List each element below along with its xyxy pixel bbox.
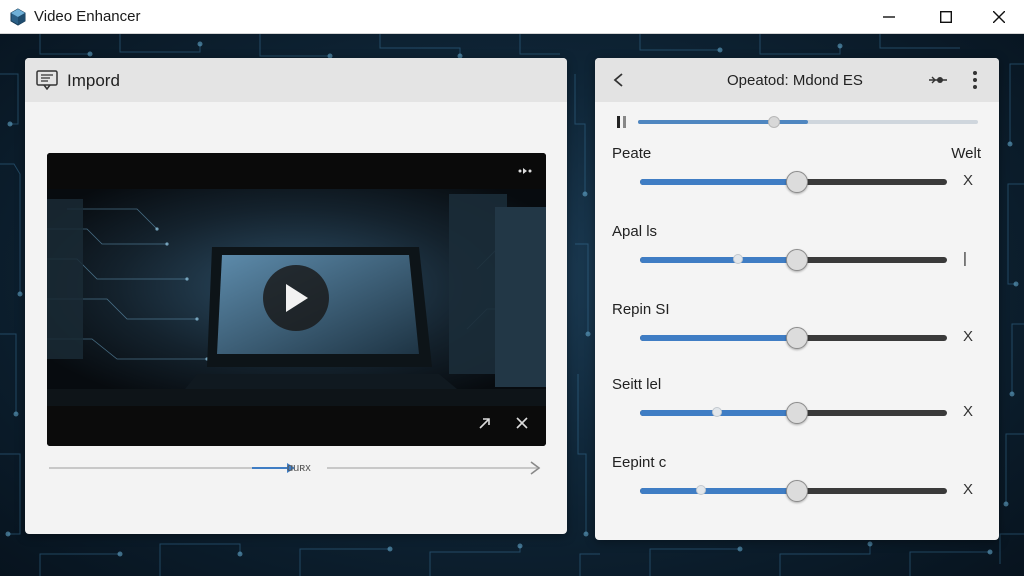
operation-panel-header: Opeatod: Mdond ES [595, 58, 999, 102]
slider-marker [711, 407, 722, 417]
import-panel: Impord ɑuʀx [25, 58, 567, 534]
slider-thumb[interactable] [785, 249, 808, 271]
slider-label: Peate [612, 145, 652, 162]
playback-progress[interactable] [638, 116, 978, 128]
video-top-bar [47, 153, 546, 189]
slider-fill [640, 488, 797, 494]
timeline-label: ɑuʀx [287, 462, 311, 474]
playback-progress-fill [638, 120, 808, 124]
slider-fill [640, 335, 797, 341]
slider-fill [640, 257, 797, 263]
reset-slider-button[interactable]: X [963, 328, 973, 345]
adjustment-slider[interactable] [640, 171, 947, 193]
maximize-button[interactable] [923, 0, 969, 34]
adjustment-slider[interactable] [640, 480, 947, 502]
slider-label: Apal ls [612, 223, 658, 240]
back-icon[interactable] [612, 72, 626, 88]
slider-fill [640, 179, 797, 185]
adjustment-slider[interactable] [640, 249, 947, 271]
close-button[interactable] [976, 0, 1022, 34]
title-bar: Video Enhancer [0, 0, 1024, 34]
collapse-icon[interactable] [477, 415, 493, 431]
reset-slider-button[interactable]: X [963, 172, 973, 189]
minimize-button[interactable] [866, 0, 912, 34]
video-player[interactable] [47, 153, 546, 446]
window-title: Video Enhancer [34, 8, 141, 25]
play-button[interactable] [263, 265, 329, 331]
slider-thumb[interactable] [785, 402, 808, 424]
adjust-icon[interactable] [929, 74, 947, 86]
close-icon [993, 11, 1005, 23]
slider-thumb[interactable] [785, 327, 808, 349]
adjustment-slider[interactable] [640, 327, 947, 349]
maximize-icon [940, 11, 952, 23]
slider-thumb[interactable] [785, 171, 808, 193]
slider-thumb[interactable] [785, 480, 808, 502]
playback-progress-thumb[interactable] [768, 116, 780, 128]
video-close-icon[interactable] [514, 415, 530, 431]
slider-label: Seitt lel [612, 376, 662, 393]
operation-panel: Opeatod: Mdond ES Welt Peate X Apal ls | Rep… [595, 58, 999, 540]
video-bottom-bar [47, 406, 546, 446]
reset-slider-button[interactable]: X [963, 481, 973, 498]
slider-label: Eepint c [612, 454, 667, 471]
video-options-icon[interactable] [518, 167, 532, 175]
import-panel-title: Impord [67, 71, 120, 90]
app-icon [10, 8, 26, 26]
pause-icon[interactable] [616, 115, 628, 129]
play-icon [286, 284, 308, 312]
slider-label: Repin SI [612, 301, 670, 318]
import-icon [36, 70, 58, 90]
reset-slider-button[interactable]: X [963, 403, 973, 420]
more-options-icon[interactable] [972, 70, 978, 90]
right-header-label: Welt [951, 145, 981, 162]
minimize-icon [883, 16, 895, 18]
operation-panel-title: Opeatod: Mdond ES [727, 72, 863, 89]
import-panel-header: Impord [25, 58, 567, 102]
adjustment-slider[interactable] [640, 402, 947, 424]
reset-slider-button[interactable]: | [963, 250, 967, 267]
